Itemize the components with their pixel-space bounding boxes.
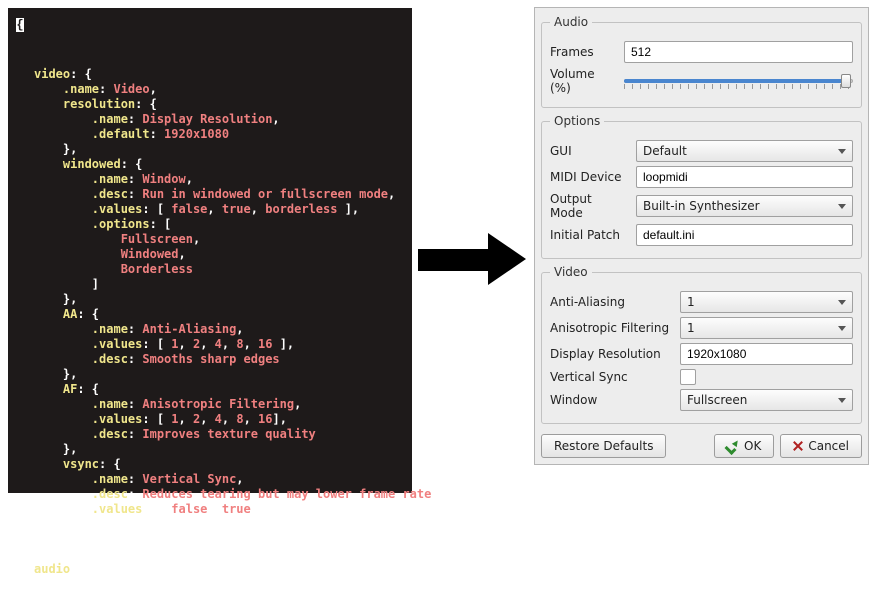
af-label: Anisotropic Filtering [550, 321, 680, 335]
options-group: Options GUI Default MIDI Device Output M… [541, 114, 862, 259]
vsync-checkbox[interactable] [680, 369, 696, 385]
chevron-down-icon [838, 398, 846, 403]
ok-icon [727, 441, 739, 451]
aa-label: Anti-Aliasing [550, 295, 680, 309]
code-editor[interactable]: { video: { .name: Video, resolution: { .… [8, 8, 412, 493]
video-legend: Video [550, 265, 592, 279]
window-combo[interactable]: Fullscreen [680, 389, 853, 411]
patch-input[interactable] [636, 224, 853, 246]
gui-combo[interactable]: Default [636, 140, 853, 162]
frames-input[interactable] [624, 41, 853, 63]
chevron-down-icon [838, 149, 846, 154]
resolution-label: Display Resolution [550, 347, 680, 361]
chevron-down-icon [838, 300, 846, 305]
restore-defaults-button[interactable]: Restore Defaults [541, 434, 666, 458]
cancel-button[interactable]: Cancel [780, 434, 862, 458]
af-combo[interactable]: 1 [680, 317, 853, 339]
combo-value: 1 [687, 295, 695, 309]
cursor-icon: { [16, 18, 24, 32]
code-body: video: { .name: Video, resolution: { .na… [34, 67, 394, 577]
combo-value: Default [643, 144, 687, 158]
resolution-input[interactable] [680, 343, 853, 365]
combo-value: Built-in Synthesizer [643, 199, 760, 213]
combo-value: Fullscreen [687, 393, 747, 407]
window-label: Window [550, 393, 680, 407]
ok-button[interactable]: OK [714, 434, 774, 458]
audio-group: Audio Frames Volume (%) [541, 15, 862, 108]
button-bar: Restore Defaults OK Cancel [539, 430, 864, 460]
audio-legend: Audio [550, 15, 592, 29]
aa-combo[interactable]: 1 [680, 291, 853, 313]
output-combo[interactable]: Built-in Synthesizer [636, 195, 853, 217]
patch-label: Initial Patch [550, 228, 636, 242]
frames-label: Frames [550, 45, 624, 59]
options-legend: Options [550, 114, 604, 128]
arrow-icon [418, 233, 528, 285]
volume-slider[interactable] [624, 72, 853, 90]
chevron-down-icon [838, 326, 846, 331]
midi-input[interactable] [636, 166, 853, 188]
vsync-label: Vertical Sync [550, 370, 680, 384]
combo-value: 1 [687, 321, 695, 335]
settings-dialog: Audio Frames Volume (%) Options GUI Defa… [534, 7, 869, 465]
volume-label: Volume (%) [550, 67, 624, 95]
chevron-down-icon [838, 204, 846, 209]
gui-label: GUI [550, 144, 636, 158]
midi-label: MIDI Device [550, 170, 636, 184]
cancel-icon [793, 441, 803, 451]
video-group: Video Anti-Aliasing 1 Anisotropic Filter… [541, 265, 862, 424]
output-label: Output Mode [550, 192, 636, 220]
